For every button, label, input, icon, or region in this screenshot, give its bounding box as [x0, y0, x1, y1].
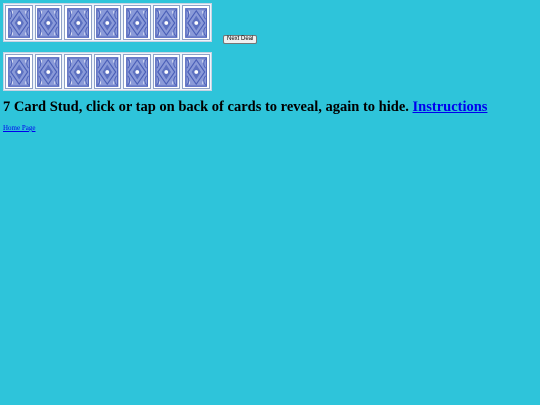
card-back[interactable]	[34, 5, 62, 40]
card-back-pattern-icon	[66, 7, 89, 38]
card-back[interactable]	[93, 54, 121, 89]
heading-text: 7 Card Stud, click or tap on back of car…	[3, 99, 409, 115]
card-back[interactable]	[5, 54, 33, 89]
stud-poker-page: Next Deal 7 Card Stud, click or tap on b…	[0, 0, 540, 405]
card-row-2	[3, 52, 212, 91]
next-deal-button[interactable]: Next Deal	[223, 35, 258, 44]
card-back[interactable]	[34, 54, 62, 89]
instructions-heading: 7 Card Stud, click or tap on back of car…	[3, 99, 487, 116]
card-back-pattern-icon	[37, 7, 60, 38]
card-back[interactable]	[182, 54, 210, 89]
card-back-pattern-icon	[66, 56, 89, 87]
card-back[interactable]	[64, 54, 92, 89]
card-back[interactable]	[152, 54, 180, 89]
card-back[interactable]	[182, 5, 210, 40]
card-back-pattern-icon	[125, 56, 148, 87]
card-back-pattern-icon	[155, 7, 178, 38]
card-back-pattern-icon	[184, 56, 207, 87]
card-back[interactable]	[93, 5, 121, 40]
card-back[interactable]	[152, 5, 180, 40]
card-back[interactable]	[123, 5, 151, 40]
card-back-pattern-icon	[184, 7, 207, 38]
card-back-pattern-icon	[7, 7, 30, 38]
card-back-pattern-icon	[37, 56, 60, 87]
card-back-pattern-icon	[96, 7, 119, 38]
home-page-link[interactable]: Home Page	[3, 124, 35, 132]
card-back-pattern-icon	[7, 56, 30, 87]
card-back-pattern-icon	[125, 7, 148, 38]
card-row-1	[3, 3, 212, 42]
instructions-link[interactable]: Instructions	[413, 99, 488, 115]
card-back[interactable]	[123, 54, 151, 89]
card-back[interactable]	[64, 5, 92, 40]
card-back-pattern-icon	[96, 56, 119, 87]
card-back-pattern-icon	[155, 56, 178, 87]
card-back[interactable]	[5, 5, 33, 40]
